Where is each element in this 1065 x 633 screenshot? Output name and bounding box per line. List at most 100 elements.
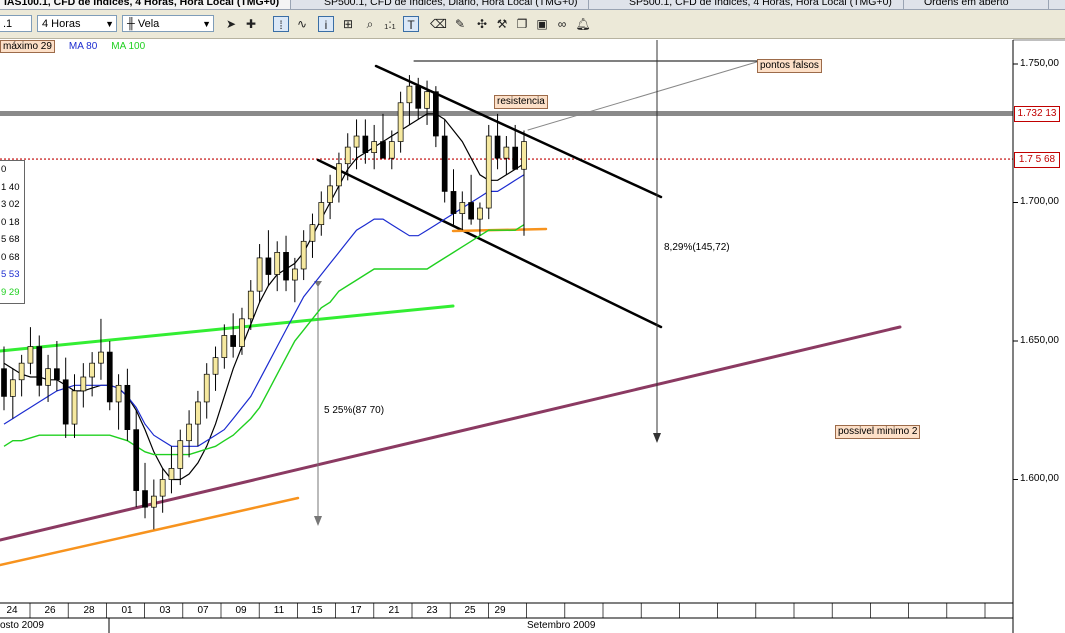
- candle-body: [150, 495, 157, 508]
- candle-body: [203, 373, 210, 403]
- candle-body: [159, 479, 166, 497]
- candle-body: [115, 384, 122, 403]
- candle-body: [309, 224, 316, 242]
- annotation-possivel-minimo[interactable]: possivel minimo 2: [835, 425, 921, 439]
- false-points-connector: [527, 60, 761, 131]
- candle-body: [512, 146, 519, 170]
- candle-body: [133, 429, 140, 491]
- candle-body: [247, 290, 254, 320]
- channel-upper-line: [374, 64, 663, 199]
- x-tick-label: 21: [388, 605, 400, 616]
- candle-body: [291, 268, 298, 281]
- y-tick-label: 1.750,00: [1020, 58, 1059, 69]
- ohlc-row: 1 40: [1, 181, 20, 193]
- x-tick-label: 15: [311, 605, 323, 616]
- candle-body: [1, 368, 7, 397]
- candle-body: [415, 85, 422, 109]
- ohlc-row: 9 29: [1, 286, 20, 298]
- candle-body: [18, 362, 25, 381]
- month-label: Setembro 2009: [527, 620, 596, 631]
- x-tick-label: 01: [121, 605, 133, 616]
- candle-body: [142, 490, 148, 508]
- x-tick-label: 09: [235, 605, 247, 616]
- candle-body: [265, 257, 272, 275]
- annotation-pontos-falsos[interactable]: pontos falsos: [757, 59, 822, 73]
- ma100-line: [3, 224, 525, 456]
- month-label: osto 2009: [0, 620, 44, 631]
- candle-body: [80, 376, 87, 392]
- measure-arrow-left-head: [314, 516, 322, 526]
- candle-body: [45, 368, 51, 386]
- candle-body: [124, 384, 131, 430]
- candle-body: [239, 318, 245, 347]
- price-box-current: 1.7 5 68: [1014, 152, 1060, 168]
- x-tick-label: 25: [464, 605, 476, 616]
- candle-body: [406, 85, 413, 104]
- x-tick-label: 11: [273, 605, 285, 616]
- candle-body: [106, 351, 113, 403]
- candle-body: [221, 335, 228, 358]
- annotation-resistencia[interactable]: resistencia: [494, 95, 548, 109]
- candle-body: [424, 91, 430, 109]
- y-tick-label: 1.650,00: [1020, 335, 1059, 346]
- candle-body: [62, 379, 69, 425]
- candle-body: [168, 468, 175, 480]
- candle-body: [89, 362, 95, 378]
- candle-body: [459, 202, 466, 214]
- candle-body: [371, 141, 378, 153]
- candle-body: [362, 135, 369, 153]
- candle-body: [98, 351, 104, 364]
- candle-body: [300, 240, 307, 270]
- candle-body: [503, 146, 510, 159]
- x-tick-label: 28: [83, 605, 95, 616]
- x-tick-label: 26: [44, 605, 56, 616]
- candle-body: [336, 163, 342, 187]
- candle-body: [212, 357, 219, 375]
- ohlc-row: 0 18: [1, 216, 20, 228]
- candle-body: [397, 102, 404, 142]
- candle-body: [450, 191, 457, 214]
- candle-body: [388, 141, 395, 159]
- ohlc-panel: 0 1 40 3 02 0 18 5 68 0 68 5 53 9 29: [0, 160, 25, 304]
- candle-body: [9, 379, 16, 397]
- candles: [1, 75, 527, 530]
- x-tick-label: 17: [350, 605, 362, 616]
- candle-body: [327, 185, 333, 203]
- support-orange-long: [0, 496, 300, 567]
- measure-arrow-right-head: [653, 433, 661, 443]
- candle-body: [230, 335, 237, 347]
- candle-body: [433, 91, 439, 137]
- candle-body: [441, 135, 448, 192]
- candle-body: [353, 135, 360, 148]
- candle-body: [318, 202, 325, 226]
- drawings-layer: [0, 40, 1013, 567]
- ohlc-row: 5 53: [1, 269, 20, 280]
- y-tick-label: 1.700,00: [1020, 196, 1059, 207]
- candle-body: [521, 141, 527, 170]
- candle-body: [380, 141, 386, 159]
- x-tick-label: 29: [494, 605, 506, 616]
- candle-body: [27, 346, 34, 364]
- ohlc-row: 0: [1, 164, 7, 175]
- x-tick-label: 07: [197, 605, 209, 616]
- y-tick-label: 1.600,00: [1020, 473, 1059, 484]
- candle-body: [71, 390, 78, 425]
- candle-body: [177, 440, 184, 469]
- ma80-line: [3, 174, 525, 447]
- candle-body: [256, 257, 263, 292]
- candle-body: [195, 401, 201, 425]
- ohlc-row: 0 68: [1, 251, 20, 263]
- price-box-resistance: 1.732 13: [1014, 106, 1060, 122]
- candle-body: [485, 135, 492, 209]
- ohlc-row: 3 02: [1, 199, 20, 210]
- candle-body: [186, 423, 192, 442]
- candle-body: [344, 146, 351, 165]
- candle-body: [36, 346, 43, 386]
- candle-body: [468, 202, 474, 220]
- candle-body: [494, 135, 501, 159]
- candle-body: [477, 207, 483, 220]
- annotation-measure-left[interactable]: 5 25%(87 70): [322, 405, 386, 417]
- annotation-measure-right[interactable]: 8,29%(145,72): [662, 242, 732, 254]
- x-tick-label: 23: [426, 605, 438, 616]
- candle-body: [54, 368, 60, 381]
